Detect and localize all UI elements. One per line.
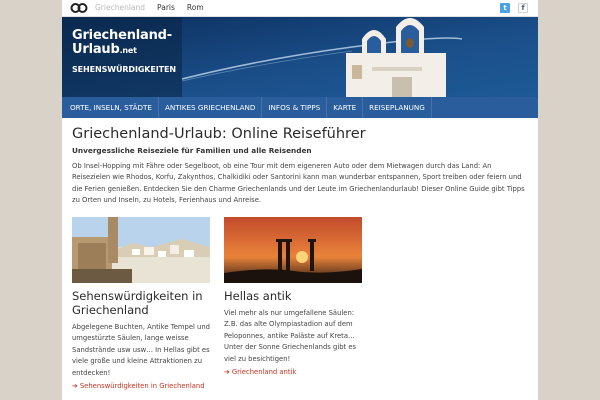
page-tagline: Unvergessliche Reiseziele für Familien u… [72, 146, 312, 155]
brand-subtitle: SEHENSWÜRDIGKEITEN [72, 65, 176, 74]
card-text: Viel mehr als nur umgefallene Säulen: Z.… [224, 309, 357, 363]
card-link[interactable]: ➔ Sehenswürdigkeiten in Griechenland [72, 382, 210, 390]
arrow-right-icon: ➔ [224, 368, 232, 377]
card-link-label: Griechenland antik [231, 368, 297, 377]
intro-text: Ob Insel-Hopping mit Fähre oder Segelboo… [72, 162, 525, 205]
card-title[interactable]: Sehenswürdigkeiten in Griechenland [72, 289, 210, 317]
header-banner: Griechenland- Urlaub.net SEHENSWÜRDIGKEI… [62, 17, 538, 97]
page-title: Griechenland-Urlaub: Online Reiseführer [72, 126, 366, 142]
card-text: Abgelegene Buchten, Antike Tempel und um… [72, 323, 210, 377]
top-bar: Griechenland Paris Rom t f [62, 0, 538, 17]
nav-item-reiseplanung[interactable]: REISEPLANUNG [363, 97, 432, 118]
teaser-card-sehenswuerdigkeiten: Sehenswürdigkeiten in Griechenland Abgel… [72, 217, 210, 390]
brand-title-line1: Griechenland- [72, 28, 172, 43]
arrow-right-icon: ➔ [72, 382, 80, 391]
site-switcher: Griechenland Paris Rom [95, 3, 204, 12]
social-links: t f [500, 3, 528, 13]
site-brand[interactable]: Griechenland- Urlaub.net SEHENSWÜRDIGKEI… [72, 29, 176, 77]
brand-title-line2: Urlaub [72, 42, 120, 57]
nav-item-orte[interactable]: ORTE, INSELN, STÄDTE [62, 97, 159, 118]
site-link-paris[interactable]: Paris [157, 3, 175, 12]
brand-suffix: .net [119, 46, 137, 55]
teaser-card-hellas-antik: Hellas antik Viel mehr als nur umgefalle… [224, 217, 362, 390]
nav-item-karte[interactable]: KARTE [327, 97, 364, 118]
nav-item-infos[interactable]: INFOS & TIPPS [262, 97, 328, 118]
site-logo-icon[interactable] [70, 2, 88, 14]
nav-item-antikes[interactable]: ANTIKES GRIECHENLAND [159, 97, 263, 118]
main-content: Griechenland-Urlaub: Online Reiseführer … [62, 118, 538, 400]
site-link-griechenland[interactable]: Griechenland [95, 3, 145, 12]
card-link[interactable]: ➔ Griechenland antik [224, 368, 362, 376]
twitter-icon[interactable]: t [500, 3, 510, 13]
card-image-village[interactable] [72, 217, 210, 283]
site-link-rom[interactable]: Rom [187, 3, 204, 12]
card-title[interactable]: Hellas antik [224, 289, 362, 303]
card-link-label: Sehenswürdigkeiten in Griechenland [79, 382, 205, 391]
card-image-sunset-temple[interactable] [224, 217, 362, 283]
teaser-cards: Sehenswürdigkeiten in Griechenland Abgel… [72, 217, 362, 390]
main-nav: ORTE, INSELN, STÄDTE ANTIKES GRIECHENLAN… [62, 97, 538, 118]
facebook-icon[interactable]: f [518, 3, 528, 13]
